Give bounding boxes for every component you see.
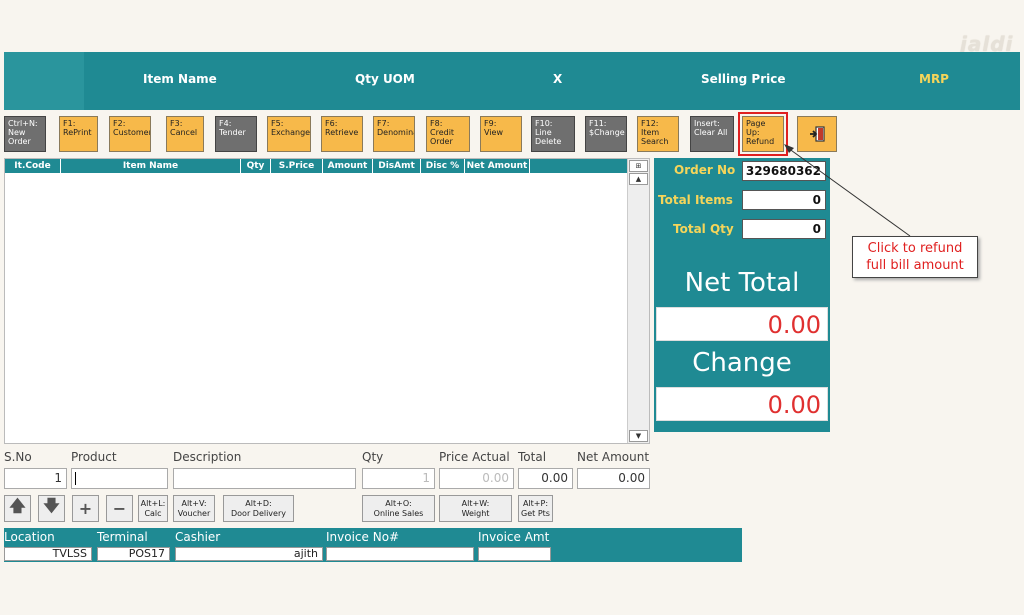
location-label: Location [4,530,55,544]
invoice-no-value [326,547,474,561]
increase-qty-button[interactable]: + [72,495,99,522]
total-field: 0.00 [518,468,573,489]
net-total-value: 0.00 [656,307,828,341]
scroll-up-icon[interactable]: ▲ [629,173,648,185]
sno-field: 1 [4,468,67,489]
terminal-label: Terminal [97,530,148,544]
net-amount-label: Net Amount [577,450,650,464]
total-label: Total [518,450,547,464]
price-actual-input[interactable]: 0.00 [439,468,514,489]
door-delivery-button[interactable]: Alt+D: Door Delivery [223,495,294,522]
callout-arrow [784,144,911,237]
customer-button[interactable]: F2: Customer [109,116,151,152]
invoice-amt-label: Invoice Amt [478,530,550,544]
order-no-label: Order No [674,163,736,177]
sno-label: S.No [4,450,32,464]
col-qty: Qty [241,159,271,173]
description-field[interactable] [173,468,356,489]
reprint-button[interactable]: F1: RePrint [59,116,98,152]
total-qty-label: Total Qty [673,222,734,236]
arrow-up-icon: 🡅 [9,496,26,515]
cancel-button[interactable]: F3: Cancel [166,116,204,152]
grid-header: It.Code Item Name Qty S.Price Amount Dis… [5,159,540,173]
items-grid[interactable]: It.Code Item Name Qty S.Price Amount Dis… [4,158,650,444]
col-disamt: DisAmt [373,159,421,173]
voucher-button[interactable]: Alt+V: Voucher [173,495,215,522]
tender-button[interactable]: F4: Tender [215,116,257,152]
arrow-down-icon: 🡇 [43,496,60,515]
location-value: TVLSS [4,547,92,561]
move-up-button[interactable]: 🡅 [4,495,31,522]
decrease-qty-button[interactable]: − [106,495,133,522]
grid-scrollbar[interactable]: ⊞ ▲ ▼ [627,159,649,443]
exchange-button[interactable]: F5: Exchange [267,116,311,152]
credit-order-button[interactable]: F8: Credit Order [426,116,470,152]
retrieve-button[interactable]: F6: Retrieve [321,116,363,152]
price-actual-label: Price Actual [439,450,510,464]
net-total-label: Net Total [684,268,800,298]
invoice-no-label: Invoice No# [326,530,400,544]
header-item-name: Item Name [143,72,217,86]
header-x: X [553,72,563,86]
cashier-label: Cashier [175,530,221,544]
product-input[interactable] [71,468,168,489]
online-sales-button[interactable]: Alt+O: Online Sales [362,495,435,522]
weight-button[interactable]: Alt+W: Weight [439,495,512,522]
col-disc-pct: Disc % [421,159,465,173]
header-qty-uom: Qty UOM [355,72,415,86]
invoice-amt-value [478,547,551,561]
get-pts-button[interactable]: Alt+P: Get Pts [518,495,553,522]
callout-line-2: full bill amount [866,258,964,273]
qty-label: Qty [362,450,384,464]
item-header-bar: Item Name Qty UOM X Selling Price MRP [4,52,1020,110]
callout-line-1: Click to refund [867,241,963,256]
change-label: Change [692,348,792,378]
item-search-button[interactable]: F12: Item Search [637,116,679,152]
net-amount-field: 0.00 [577,468,650,489]
cashier-value: ajith [175,547,323,561]
change-value: 0.00 [656,387,828,421]
line-delete-button[interactable]: F10: Line Delete [531,116,575,152]
grid-header-filler [540,159,627,173]
calc-button[interactable]: Alt+L: Calc [138,495,168,522]
col-net-amount: Net Amount [465,159,530,173]
move-down-button[interactable]: 🡇 [38,495,65,522]
total-items-label: Total Items [658,193,733,207]
col-item-name: Item Name [61,159,241,173]
minus-icon: − [112,499,127,518]
col-s-price: S.Price [271,159,323,173]
column-chooser-icon[interactable]: ⊞ [629,160,648,172]
header-selling-price: Selling Price [701,72,786,86]
denomination-button[interactable]: F7: Denomina [373,116,415,152]
product-label: Product [71,450,117,464]
clear-all-button[interactable]: Insert: Clear All [690,116,734,152]
plus-icon: + [78,499,93,518]
qty-input[interactable]: 1 [362,468,435,489]
header-mrp: MRP [919,72,949,86]
text-cursor [75,472,76,485]
item-image-placeholder [4,52,84,110]
terminal-value: POS17 [97,547,170,561]
col-amount: Amount [323,159,373,173]
view-button[interactable]: F9: View [480,116,522,152]
status-footer: Location Terminal Cashier Invoice No# In… [4,528,742,562]
refund-callout: Click to refund full bill amount [852,236,978,278]
description-label: Description [173,450,242,464]
col-it-code: It.Code [5,159,61,173]
new-order-button[interactable]: Ctrl+N: New Order [4,116,46,152]
scroll-down-icon[interactable]: ▼ [629,430,648,442]
change-button[interactable]: F11: $Change [585,116,627,152]
